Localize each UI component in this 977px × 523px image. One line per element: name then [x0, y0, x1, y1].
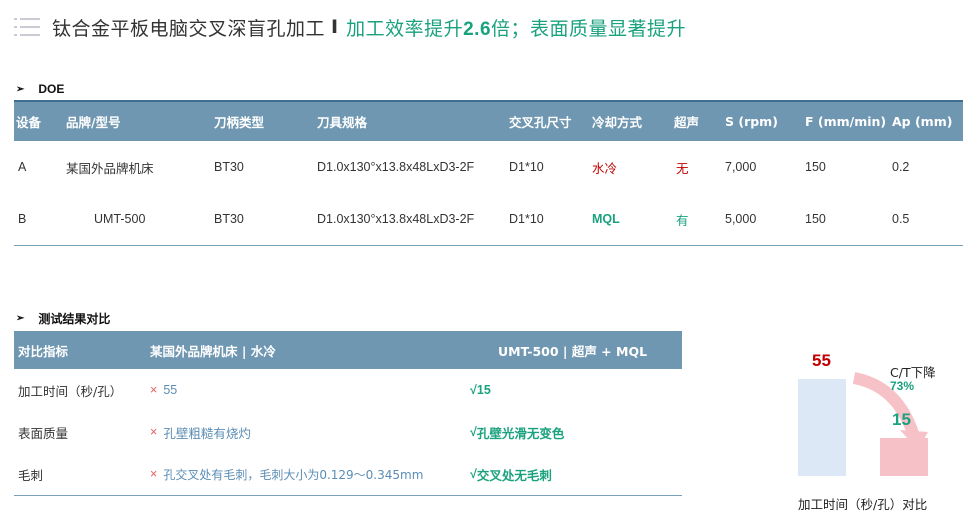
col-header: 刀柄类型	[214, 115, 265, 130]
col-header: 冷却方式	[592, 115, 643, 130]
list-icon	[14, 16, 40, 38]
compare-section-title: 测试结果对比	[38, 312, 111, 326]
col-header: 交叉孔尺寸	[509, 115, 572, 130]
depth-cell: 0.2	[892, 160, 910, 174]
table-row: B UMT-500 BT30 D1.0x130°x13.8x48LxD3-2F …	[14, 193, 963, 245]
col-header: S (rpm)	[725, 114, 778, 129]
after-value: 交叉处无毛刺	[476, 467, 552, 483]
speed-cell: 7,000	[725, 160, 757, 174]
metric-cell: 毛刺	[18, 467, 44, 483]
check-icon: √	[470, 383, 477, 397]
col-header: 某国外品牌机床 | 水冷	[150, 343, 276, 359]
before-cell: × 55	[150, 369, 177, 411]
feed-cell: 150	[805, 212, 826, 226]
title-accent-number: 2.6	[463, 18, 492, 40]
cycle-time-chart: C/T下降 73% 加工时间（秒/孔）对比 55 15	[790, 340, 960, 520]
arrow-bullet-icon: ➢	[16, 313, 25, 324]
metric-cell: 加工时间（秒/孔）	[18, 383, 123, 399]
hole-cell: D1*10	[509, 160, 544, 174]
col-header: UMT-500 | 超声 + MQL	[498, 343, 648, 359]
page-title: 钛合金平板电脑交叉深盲孔加工 I 加工效率提升2.6倍；表面质量显著提升	[14, 10, 686, 44]
col-header: 对比指标	[18, 343, 69, 359]
doe-section-title: DOE	[38, 82, 65, 96]
depth-cell: 0.5	[892, 212, 910, 226]
doe-table-header: 设备 品牌/型号 刀柄类型 刀具规格 交叉孔尺寸 冷却方式 超声 S (rpm)…	[14, 102, 963, 141]
ultrasonic-cell: 有	[676, 212, 689, 228]
chart-bar	[798, 379, 846, 476]
col-header: 设备	[16, 115, 42, 130]
chart-value-label: 55	[812, 351, 831, 370]
chart-caption: 加工时间（秒/孔）对比	[798, 497, 928, 512]
col-header: 超声	[674, 115, 700, 130]
col-header: F (mm/min)	[805, 114, 887, 129]
device-cell: A	[18, 160, 27, 174]
tool-cell: D1.0x130°x13.8x48LxD3-2F	[317, 160, 475, 174]
before-cell: × 孔交叉处有毛刺，毛刺大小为0.129～0.345mm	[150, 453, 423, 495]
cross-icon: ×	[150, 383, 158, 397]
device-cell: B	[18, 212, 27, 226]
speed-cell: 5,000	[725, 212, 757, 226]
brand-cell: UMT-500	[94, 212, 146, 226]
cross-icon: ×	[150, 467, 158, 481]
title-separator: I	[331, 16, 339, 38]
title-accent-prefix: 加工效率提升	[346, 17, 464, 40]
title-accent-suffix: 倍；表面质量显著提升	[491, 17, 687, 40]
after-value: 孔壁光滑无变色	[476, 425, 565, 441]
table-row: 表面质量 × 孔壁粗糙有烧灼 √ 孔壁光滑无变色	[14, 411, 682, 453]
hole-cell: D1*10	[509, 212, 544, 226]
col-header: 刀具规格	[317, 115, 368, 130]
after-cell: √ 交叉处无毛刺	[470, 453, 552, 495]
cross-icon: ×	[150, 425, 158, 439]
title-accent: 加工效率提升2.6倍；表面质量显著提升	[346, 14, 686, 41]
doe-section-heading: ➢ DOE	[16, 82, 64, 96]
brand-cell: 某国外品牌机床	[66, 160, 154, 176]
after-cell: √ 15	[470, 369, 491, 411]
after-cell: √ 孔壁光滑无变色	[470, 411, 564, 453]
cooling-cell: MQL	[592, 212, 620, 226]
title-main: 钛合金平板电脑交叉深盲孔加工	[52, 17, 326, 40]
doe-table: 设备 品牌/型号 刀柄类型 刀具规格 交叉孔尺寸 冷却方式 超声 S (rpm)…	[14, 100, 963, 246]
arrow-bullet-icon: ➢	[16, 83, 25, 95]
compare-table-header: 对比指标 某国外品牌机床 | 水冷 UMT-500 | 超声 + MQL	[14, 331, 682, 369]
check-icon: √	[470, 467, 477, 481]
after-value: 15	[476, 383, 491, 397]
tool-cell: D1.0x130°x13.8x48LxD3-2F	[317, 212, 475, 226]
compare-section-heading: ➢ 测试结果对比	[16, 310, 110, 327]
chart-value-label: 15	[892, 409, 911, 429]
before-cell: × 孔壁粗糙有烧灼	[150, 411, 251, 453]
col-header: 品牌/型号	[66, 115, 121, 130]
before-value: 孔交叉处有毛刺，毛刺大小为0.129～0.345mm	[163, 467, 424, 482]
compare-table: 对比指标 某国外品牌机床 | 水冷 UMT-500 | 超声 + MQL 加工时…	[14, 331, 682, 496]
feed-cell: 150	[805, 160, 826, 174]
cooling-cell: 水冷	[592, 160, 618, 176]
table-row: A 某国外品牌机床 BT30 D1.0x130°x13.8x48LxD3-2F …	[14, 141, 963, 193]
before-value: 55	[163, 383, 178, 397]
before-value: 孔壁粗糙有烧灼	[163, 425, 251, 441]
metric-cell: 表面质量	[18, 425, 69, 441]
holder-cell: BT30	[214, 212, 244, 226]
col-header: Ap (mm)	[892, 114, 953, 129]
ct-reduction-value: 73%	[890, 379, 915, 393]
table-row: 毛刺 × 孔交叉处有毛刺，毛刺大小为0.129～0.345mm √ 交叉处无毛刺	[14, 453, 682, 495]
chart-bar	[880, 437, 928, 476]
holder-cell: BT30	[214, 160, 244, 174]
check-icon: √	[470, 425, 477, 439]
table-row: 加工时间（秒/孔） × 55 √ 15	[14, 369, 682, 411]
ultrasonic-cell: 无	[676, 160, 689, 176]
